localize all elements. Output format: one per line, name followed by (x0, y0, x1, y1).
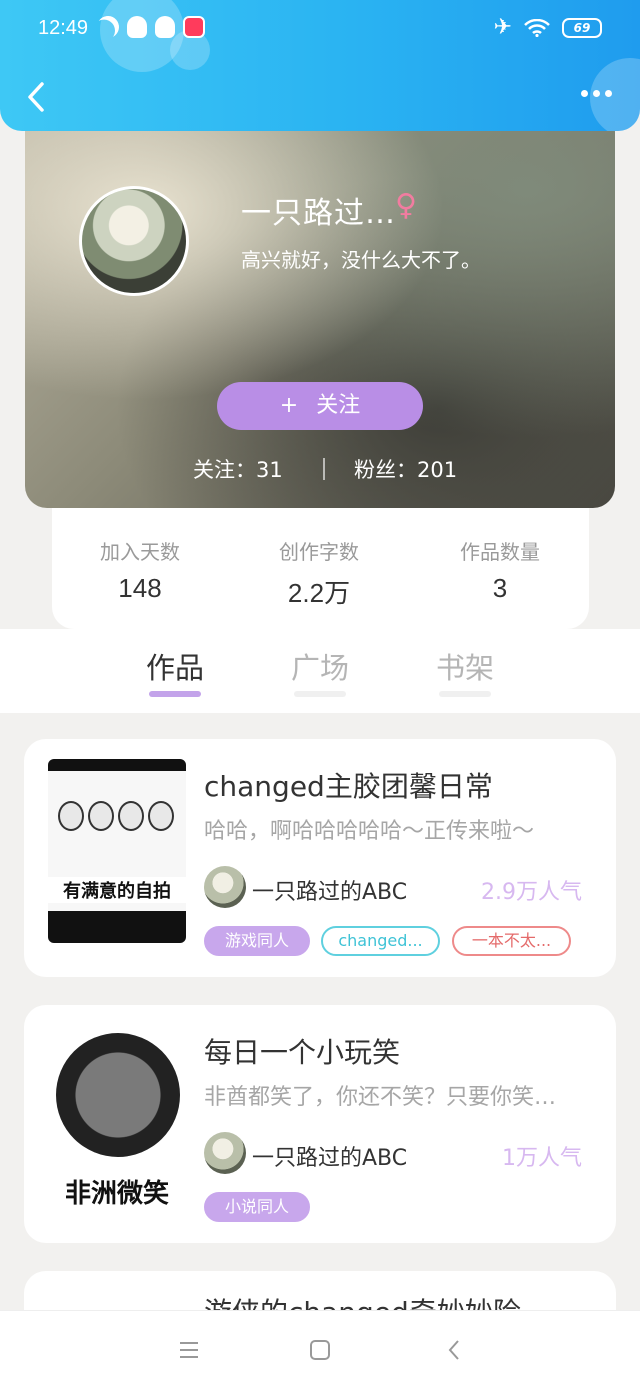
nav-back-button[interactable] (442, 1337, 468, 1363)
tab-indicator (294, 691, 346, 697)
stat-works-count: 作品数量 3 (430, 536, 570, 604)
status-time: 12:49 (38, 17, 89, 39)
popularity-count: 1万人气 (502, 1146, 582, 1171)
tag[interactable]: 一本不太... (452, 926, 571, 956)
airplane-icon: ✈ (493, 15, 512, 40)
profile-nickname: 一只路过… (241, 196, 396, 231)
tag[interactable]: 游戏同人 (204, 926, 310, 956)
tab-bookshelf[interactable]: 书架 (415, 645, 515, 687)
wifi-icon (524, 19, 550, 37)
stat-label: 创作字数 (279, 540, 359, 564)
tab-plaza[interactable]: 广场 (270, 645, 370, 687)
tab-bar: 作品 广场 书架 (0, 629, 640, 713)
home-button[interactable] (307, 1337, 333, 1363)
stat-label: 作品数量 (460, 540, 540, 564)
avatar[interactable] (79, 186, 189, 296)
stats-panel: 加入天数 148 创作字数 2.2万 作品数量 3 (52, 508, 589, 629)
author-avatar[interactable] (204, 866, 246, 908)
work-card[interactable]: 有满意的自拍 changed主胶团馨日常 哈哈，啊哈哈哈哈哈～正传来啦～ 一只路… (24, 739, 616, 977)
tab-works[interactable]: 作品 (125, 645, 225, 687)
divider (323, 458, 325, 480)
top-header: 12:49 ✈ 69 (0, 0, 640, 131)
author-name[interactable]: 一只路过的ABC (252, 874, 407, 906)
home-square-icon (310, 1340, 330, 1360)
menu-button[interactable] (176, 1337, 202, 1363)
more-dots-icon (581, 90, 588, 97)
system-nav-bar (0, 1310, 640, 1387)
tag[interactable]: 小说同人 (204, 1192, 310, 1222)
work-description: 非酋都笑了，你还不笑？只要你笑… (204, 1085, 557, 1110)
chevron-left-icon (448, 1340, 459, 1360)
work-description: 哈哈，啊哈哈哈哈哈～正传来啦～ (204, 819, 535, 844)
fans-count[interactable]: 粉丝：201 (354, 454, 457, 484)
stat-label: 加入天数 (100, 540, 180, 564)
tab-indicator (149, 691, 201, 697)
moon-icon (94, 13, 122, 41)
work-card[interactable]: 非洲微笑 每日一个小玩笑 非酋都笑了，你还不笑？只要你笑… 一只路过的ABC 1… (24, 1005, 616, 1243)
work-cover-image[interactable]: 非洲微笑 (48, 1025, 186, 1209)
tab-indicator (439, 691, 491, 697)
stat-value: 2.2万 (287, 578, 351, 608)
follow-button-label: 关注 (316, 393, 361, 418)
work-cover-image[interactable]: 有满意的自拍 (48, 759, 186, 943)
app-notification-icon (183, 16, 205, 38)
work-title[interactable]: 每日一个小玩笑 (204, 1031, 400, 1071)
author-avatar[interactable] (204, 1132, 246, 1174)
stat-value: 3 (492, 573, 508, 603)
more-dots-icon (605, 90, 612, 97)
status-system-icons: ✈ 69 (494, 17, 602, 39)
back-button[interactable] (22, 80, 52, 114)
more-button[interactable] (581, 90, 612, 97)
tag[interactable]: changed... (321, 926, 440, 956)
female-gender-icon: ♀ (395, 188, 417, 223)
work-title[interactable]: changed主胶团馨日常 (204, 765, 493, 805)
menu-icon (180, 1342, 198, 1358)
cover-illustration (56, 1033, 180, 1157)
popularity-count: 2.9万人气 (481, 880, 582, 905)
profile-card: 一只路过… ♀ 高兴就好，没什么大不了。 + 关注 关注：31 粉丝：201 (25, 110, 615, 508)
following-count[interactable]: 关注：31 (193, 454, 283, 484)
stat-join-days: 加入天数 148 (70, 536, 210, 604)
plus-icon: + (279, 393, 299, 418)
qq-icon (155, 16, 175, 38)
qq-icon (127, 16, 147, 38)
battery-icon: 69 (562, 18, 602, 38)
follow-button[interactable]: + 关注 (217, 382, 423, 430)
stat-word-count: 创作字数 2.2万 (249, 536, 389, 610)
author-name[interactable]: 一只路过的ABC (252, 1140, 407, 1172)
chevron-left-icon (28, 82, 44, 112)
cover-caption: 非洲微笑 (64, 1179, 169, 1209)
stat-value: 148 (118, 573, 162, 603)
status-notification-icons (97, 16, 205, 38)
cover-caption: 有满意的自拍 (48, 877, 186, 903)
profile-bio: 高兴就好，没什么大不了。 (241, 248, 481, 272)
more-dots-icon (593, 90, 600, 97)
